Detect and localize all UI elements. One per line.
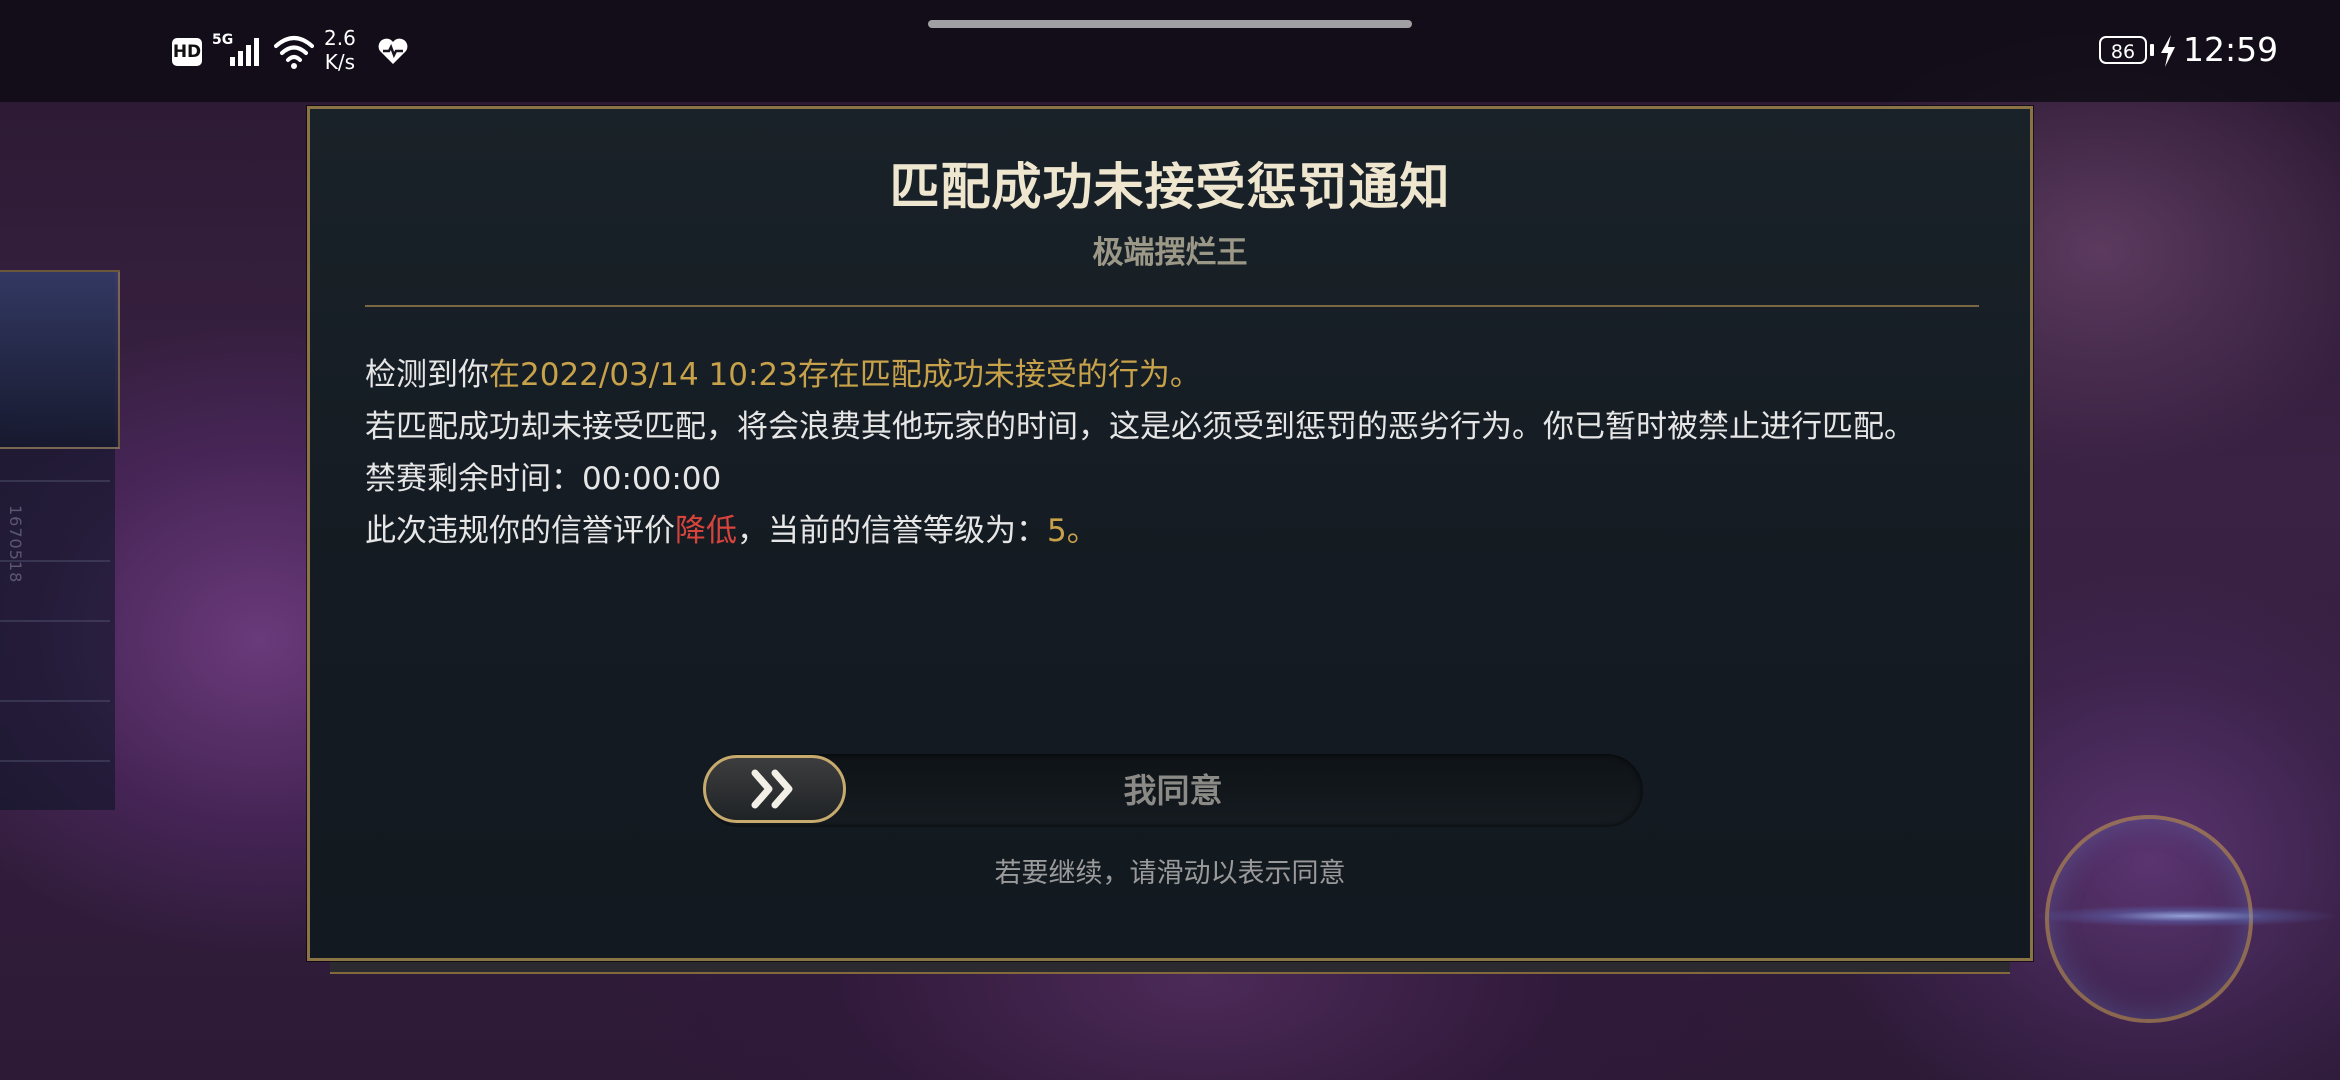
background-side-id: 1670518: [6, 505, 25, 584]
ban-remaining-time: 禁赛剩余时间：00:00:00: [365, 461, 722, 497]
double-chevron-right-icon: [751, 769, 792, 809]
credit-change-text: 降低: [675, 513, 737, 549]
agree-slider-knob[interactable]: [703, 755, 846, 823]
background-light-flare: [2030, 905, 2340, 927]
notice-line-1: 检测到你在2022/03/14 10:23存在匹配成功未接受的行为。: [365, 349, 2015, 401]
notice-line-1-prefix: 检测到你: [365, 357, 489, 393]
hd-icon: HD: [172, 38, 202, 66]
clock: 12:59: [2183, 30, 2279, 69]
status-bar: HD 5G 2.6 K/s 86 12:59: [0, 0, 2340, 102]
dialog-subtitle: 极端摆烂王: [1092, 235, 1248, 271]
dialog-title: 匹配成功未接受惩罚通知: [889, 158, 1451, 216]
notice-line-4: 此次违规你的信誉评价降低，当前的信誉等级为：5。: [365, 505, 2015, 557]
violation-time-text: 在2022/03/14 10:23存在匹配成功未接受的行为。: [489, 357, 1201, 393]
network-speed-unit: K/s: [324, 50, 356, 74]
slide-to-agree-hint: 若要继续，请滑动以表示同意: [994, 858, 1346, 889]
battery-tip: [2150, 44, 2154, 56]
notice-line-2: 若匹配成功却未接受匹配，将会浪费其他玩家的时间，这是必须受到惩罚的恶劣行为。你已…: [365, 409, 1915, 445]
notice-body: 检测到你在2022/03/14 10:23存在匹配成功未接受的行为。 若匹配成功…: [365, 349, 2015, 557]
dialog-shadow: [330, 960, 2010, 974]
credit-text-middle: ，当前的信誉等级为：: [737, 513, 1047, 549]
battery-icon: 86: [2099, 36, 2147, 64]
background-hero-card: [0, 270, 120, 449]
heart-icon: [378, 38, 408, 64]
credit-level-value: 5。: [1047, 513, 1098, 549]
home-indicator[interactable]: [928, 20, 1412, 28]
network-speed-value: 2.6: [324, 26, 356, 50]
penalty-notice-dialog: 匹配成功未接受惩罚通知 极端摆烂王 检测到你在2022/03/14 10:23存…: [307, 106, 2033, 961]
dialog-divider: [365, 305, 1979, 307]
wifi-icon: [274, 36, 314, 69]
charging-bolt-icon: [2161, 35, 2175, 67]
network-speed: 2.6 K/s: [324, 26, 356, 74]
credit-text-prefix: 此次违规你的信誉评价: [365, 513, 675, 549]
signal-icon: [230, 36, 266, 66]
